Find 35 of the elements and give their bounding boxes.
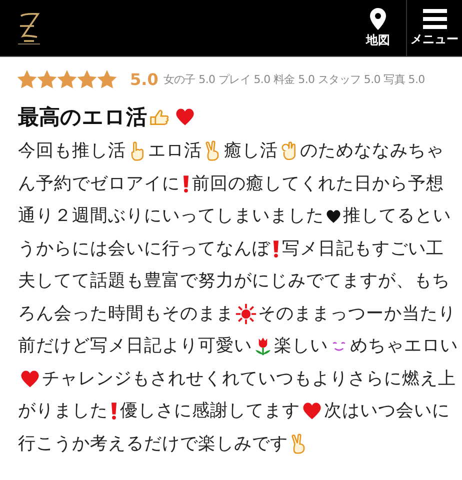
review-text: ろん会った時間もそのまま	[18, 302, 234, 326]
menu-button[interactable]: メニュー	[406, 0, 462, 56]
review-text: めちゃエロい	[350, 335, 458, 358]
review-title: 最高のエロ活	[18, 104, 147, 131]
review-text: 癒し活	[224, 140, 278, 163]
exclamation-icon	[181, 172, 191, 195]
review-text: 前回の癒してくれた日から予想	[192, 172, 444, 196]
review-text: うからには会いに行ってなんぼ	[18, 238, 270, 260]
sun-icon	[235, 302, 257, 325]
review-text: そのままっつーか当たり	[258, 302, 456, 326]
heart-icon	[325, 208, 342, 225]
review-text: チャレンジもされせくれていつもよりさらに燃え上	[42, 368, 456, 390]
review-text: がりました	[18, 400, 108, 423]
review-text: 前だけど写メ日記より可愛い	[18, 335, 252, 358]
review-text: ん予約でゼロアイに	[18, 172, 180, 196]
exclamation-icon	[271, 238, 281, 260]
tulip-icon	[253, 335, 273, 358]
review-text: エロ活	[148, 140, 202, 163]
review-text: 優しさに感謝してます	[120, 400, 300, 423]
review-text: 楽しい	[274, 335, 328, 358]
exclamation-icon	[109, 400, 119, 422]
menu-icon	[422, 8, 446, 28]
review-text: 推してるとい	[343, 205, 451, 228]
review-text: 写メ日記もすごい工	[282, 238, 444, 260]
category-scores: 女の子 5.0 プレイ 5.0 料金 5.0 スタッフ 5.0 写真 5.0	[163, 72, 425, 87]
review-text: 夫してて話題も豊富で努力がにじみでてますが、もち	[18, 270, 450, 293]
review-text: 今回も推し活	[18, 140, 126, 163]
map-button[interactable]: 地図	[350, 0, 406, 56]
map-pin-icon	[370, 8, 386, 30]
heart-icon	[174, 106, 196, 128]
review-text: のためななみちゃ	[300, 140, 444, 163]
review-text: 次はいつ会いに	[324, 400, 450, 423]
review-text: 行こうか考えるだけで楽しみです	[18, 432, 288, 456]
rating-score: 5.0	[130, 70, 158, 89]
review-text: 通り２週間ぶりにいってしまいました	[18, 205, 324, 228]
